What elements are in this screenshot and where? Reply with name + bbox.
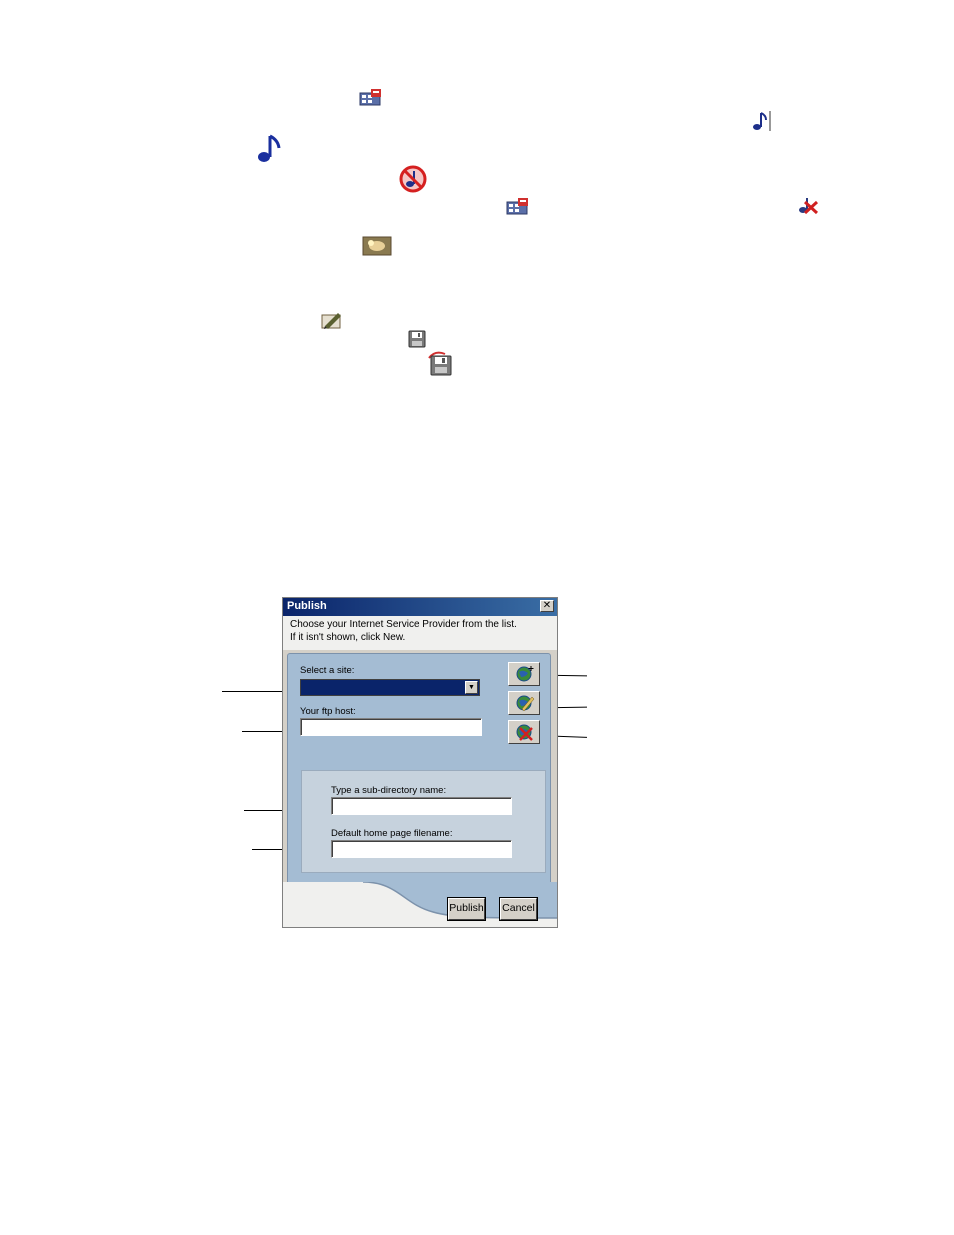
dialog-title: Publish (287, 600, 327, 612)
photo-icon (362, 236, 392, 256)
globe-delete-icon (516, 724, 533, 741)
delete-site-button[interactable] (508, 720, 540, 744)
ftp-host-input[interactable] (300, 718, 482, 736)
chevron-down-icon[interactable]: ▼ (465, 681, 478, 694)
subdirectory-input[interactable] (331, 797, 512, 815)
title-bar[interactable]: Publish ✕ (283, 598, 557, 616)
select-site-label: Select a site: (300, 665, 355, 676)
homepage-filename-input[interactable] (331, 840, 512, 858)
delete-music-icon (797, 195, 819, 215)
new-site-button[interactable] (508, 662, 540, 686)
music-note-bar-icon (751, 109, 775, 133)
edit-site-button[interactable] (508, 691, 540, 715)
globe-new-icon (516, 666, 534, 682)
save-as-icon (426, 350, 454, 376)
publish-button[interactable]: Publish (447, 897, 486, 921)
close-button[interactable]: ✕ (540, 600, 554, 612)
globe-edit-icon (516, 695, 535, 712)
cancel-button[interactable]: Cancel (499, 897, 538, 921)
close-icon: ✕ (542, 600, 552, 611)
edit-icon (321, 311, 343, 329)
record-icon-2 (506, 197, 530, 215)
settings-panel: Select a site: ▼ Your ftp host: Type a s… (287, 653, 551, 885)
instructions-line-1: Choose your Internet Service Provider fr… (290, 619, 517, 630)
instructions-header: Choose your Internet Service Provider fr… (283, 616, 557, 650)
select-site-dropdown[interactable]: ▼ (300, 679, 480, 696)
music-note-icon (255, 132, 285, 164)
save-icon (407, 329, 427, 349)
directory-panel: Type a sub-directory name: Default home … (301, 770, 546, 873)
publish-dialog: Publish ✕ Choose your Internet Service P… (282, 597, 558, 928)
subdirectory-label: Type a sub-directory name: (331, 785, 447, 796)
record-icon (359, 88, 383, 106)
homepage-filename-label: Default home page filename: (331, 828, 453, 839)
instructions-line-2: If it isn't shown, click New. (290, 632, 406, 643)
no-music-icon (398, 164, 428, 194)
ftp-host-label: Your ftp host: (300, 706, 356, 717)
